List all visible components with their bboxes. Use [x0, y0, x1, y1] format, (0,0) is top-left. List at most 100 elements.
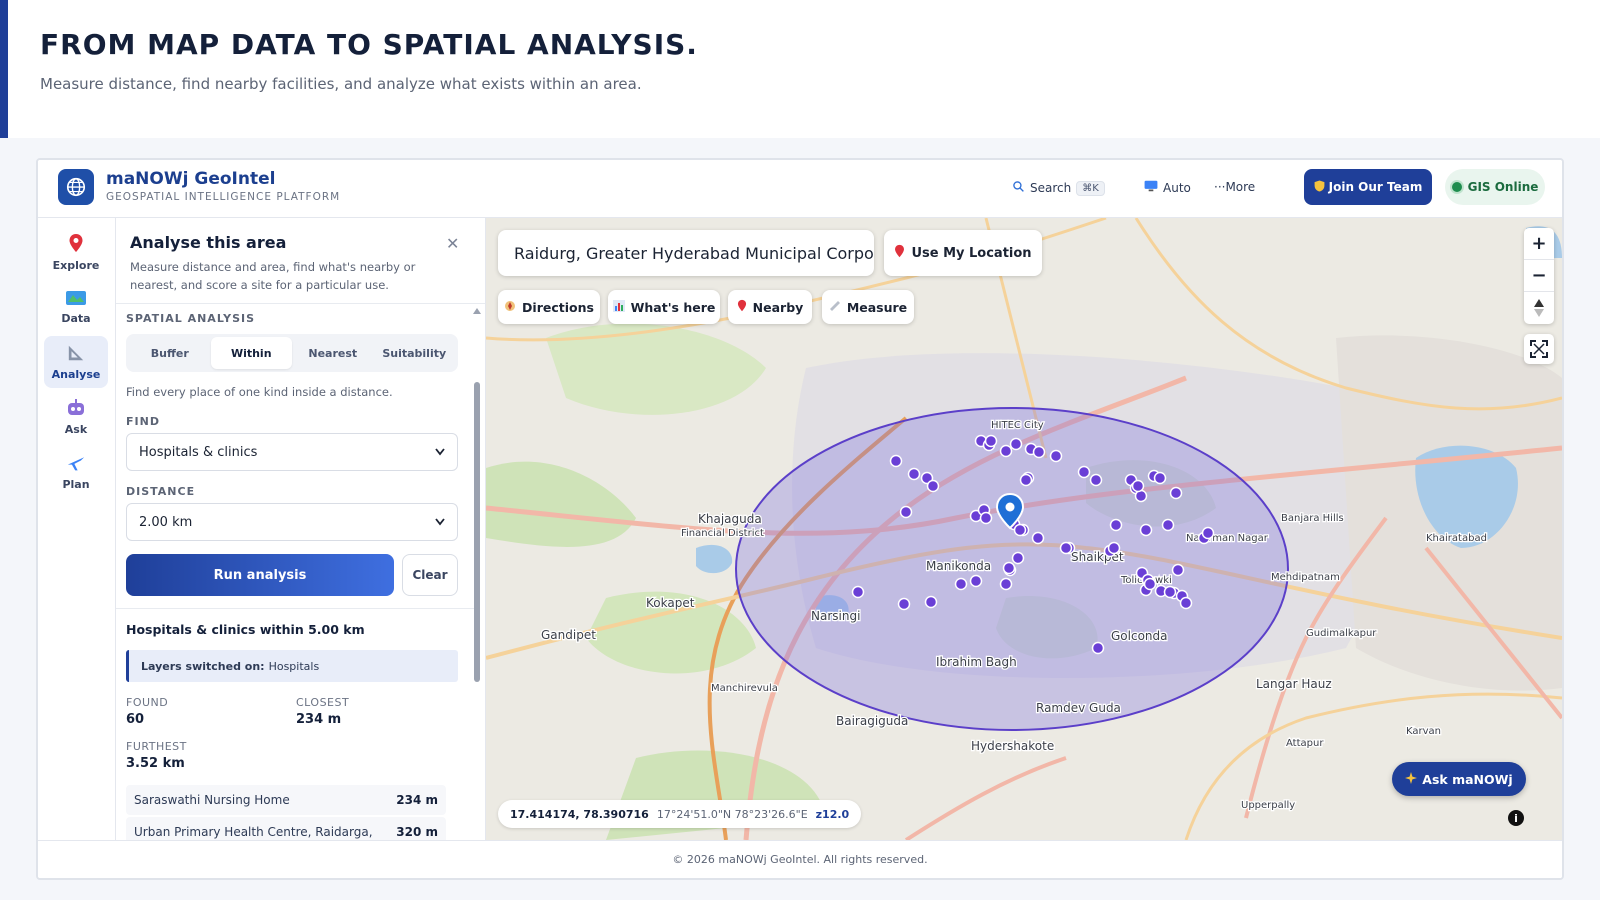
- compass-north-icon[interactable]: [1524, 292, 1554, 324]
- result-row[interactable]: Saraswathi Nursing Home 234 m: [126, 785, 446, 815]
- hospital-poi-marker[interactable]: [969, 574, 983, 588]
- hospital-poi-marker[interactable]: [999, 577, 1013, 591]
- map-place-label: Karvan: [1406, 726, 1441, 737]
- directions-label: Directions: [522, 299, 594, 315]
- app-topbar: maNOWj GeoIntel GEOSPATIAL INTELLIGENCE …: [38, 160, 1562, 218]
- hospital-poi-marker[interactable]: [1091, 641, 1105, 655]
- brand-tagline: GEOSPATIAL INTELLIGENCE PLATFORM: [106, 191, 341, 203]
- hospital-poi-marker[interactable]: [1153, 471, 1167, 485]
- zoom-out-icon[interactable]: −: [1524, 260, 1554, 292]
- hospital-poi-marker[interactable]: [1002, 561, 1016, 575]
- hospital-poi-marker[interactable]: [1169, 486, 1183, 500]
- tab-within[interactable]: Within: [210, 337, 292, 369]
- hospital-poi-marker[interactable]: [984, 434, 998, 448]
- search-shortcut: ⌘K: [1076, 180, 1105, 196]
- panel-scrollbar[interactable]: [472, 308, 482, 838]
- measure-label: Measure: [846, 299, 908, 315]
- hospital-poi-marker[interactable]: [899, 505, 913, 519]
- join-team-button[interactable]: Join Our Team: [1304, 169, 1432, 205]
- status-dot-icon: [1451, 182, 1462, 192]
- hospital-poi-marker[interactable]: [999, 444, 1013, 458]
- hospital-poi-marker[interactable]: [1107, 541, 1121, 555]
- rail-item-ask[interactable]: Ask: [44, 391, 108, 443]
- ask-manowj-button[interactable]: Ask maNOWj: [1392, 762, 1526, 796]
- distance-select[interactable]: 2.00 km: [126, 503, 458, 541]
- hospital-poi-marker[interactable]: [1139, 523, 1153, 537]
- hospital-poi-marker[interactable]: [907, 467, 921, 481]
- hospital-poi-marker[interactable]: [1143, 577, 1157, 591]
- directions-chip[interactable]: Directions: [498, 290, 600, 324]
- hospital-poi-marker[interactable]: [979, 511, 993, 525]
- search-label: Search: [1030, 181, 1072, 195]
- hospital-poi-marker[interactable]: [1031, 531, 1045, 545]
- search-button[interactable]: Search ⌘K: [1012, 180, 1105, 196]
- hospital-poi-marker[interactable]: [1161, 518, 1175, 532]
- hospital-poi-marker[interactable]: [926, 479, 940, 493]
- hospital-poi-marker[interactable]: [1059, 541, 1073, 555]
- info-icon[interactable]: i: [1508, 810, 1524, 826]
- hospital-poi-marker[interactable]: [1011, 551, 1025, 565]
- rail-item-analyse[interactable]: Analyse: [44, 336, 108, 388]
- layers-notice: Layers switched on: Hospitals: [126, 650, 458, 682]
- tab-buffer[interactable]: Buffer: [129, 337, 211, 369]
- nearby-chip[interactable]: Nearby: [728, 290, 812, 324]
- rail-item-label: Plan: [62, 477, 90, 491]
- rail-item-plan[interactable]: Plan: [44, 446, 108, 498]
- measure-chip[interactable]: Measure: [822, 290, 914, 324]
- hospital-poi-marker[interactable]: [1171, 563, 1185, 577]
- zoom-in-icon[interactable]: +: [1524, 228, 1554, 260]
- coordinate-readout: 17.414174, 78.390716 17°24'51.0"N 78°23'…: [498, 800, 862, 828]
- hospital-poi-marker[interactable]: [924, 595, 938, 609]
- hospital-poi-marker[interactable]: [1163, 585, 1177, 599]
- hospital-poi-marker[interactable]: [1109, 518, 1123, 532]
- find-select[interactable]: Hospitals & clinics: [126, 433, 458, 471]
- hospital-poi-marker[interactable]: [889, 454, 903, 468]
- hospital-poi-marker[interactable]: [1049, 449, 1063, 463]
- rail-item-explore[interactable]: Explore: [44, 226, 108, 278]
- whats-here-chip[interactable]: What's here: [608, 290, 720, 324]
- fullscreen-icon[interactable]: [1524, 334, 1554, 364]
- bar-chart-icon: [612, 299, 625, 315]
- clear-button[interactable]: Clear: [402, 554, 458, 596]
- map-place-label: Khajaguda: [698, 512, 762, 526]
- rail-item-data[interactable]: Data: [44, 281, 108, 333]
- use-my-location-button[interactable]: Use My Location: [884, 230, 1042, 276]
- map-canvas[interactable]: Khajaguda Manikonda Shaikpet Narsingi Golcon…: [486, 218, 1562, 840]
- map-place-label: Financial District: [681, 528, 764, 539]
- sparkle-icon: [1405, 771, 1418, 787]
- scrollbar-thumb[interactable]: [474, 382, 480, 682]
- tab-nearest[interactable]: Nearest: [292, 337, 374, 369]
- hospital-poi-marker[interactable]: [1201, 526, 1215, 540]
- tab-suitability[interactable]: Suitability: [374, 337, 456, 369]
- hospital-poi-marker[interactable]: [1032, 445, 1046, 459]
- hospital-poi-marker[interactable]: [1089, 473, 1103, 487]
- app-window: maNOWj GeoIntel GEOSPATIAL INTELLIGENCE …: [36, 158, 1564, 880]
- map-place-label: Langar Hauz: [1256, 677, 1332, 691]
- map-place-label: Gandipet: [541, 628, 596, 642]
- coords-dms: 17°24'51.0"N 78°23'26.6"E: [656, 807, 808, 821]
- hospital-poi-marker[interactable]: [1077, 465, 1091, 479]
- join-team-label: Join Our Team: [1328, 180, 1423, 194]
- hospital-poi-marker[interactable]: [1009, 437, 1023, 451]
- result-row[interactable]: Urban Primary Health Centre, Raidarga, 3…: [126, 817, 446, 840]
- hospital-poi-marker[interactable]: [954, 577, 968, 591]
- hospital-poi-marker[interactable]: [1179, 596, 1193, 610]
- close-icon[interactable]: ✕: [446, 234, 459, 253]
- ask-manowj-label: Ask maNOWj: [1422, 771, 1513, 787]
- ruler-icon: [829, 300, 841, 315]
- hospital-poi-marker[interactable]: [1131, 479, 1145, 493]
- hospital-poi-marker[interactable]: [1013, 523, 1027, 537]
- scroll-up-icon: [473, 308, 481, 314]
- hospital-poi-marker[interactable]: [897, 597, 911, 611]
- map-place-label: Ramdev Guda: [1036, 701, 1121, 715]
- zoom-level: z12.0: [815, 807, 850, 821]
- run-analysis-button[interactable]: Run analysis: [126, 554, 394, 596]
- divider: [116, 303, 485, 304]
- more-menu[interactable]: ···More: [1214, 180, 1255, 194]
- hospital-poi-marker[interactable]: [1019, 473, 1033, 487]
- hospital-poi-marker[interactable]: [851, 585, 865, 599]
- map-search-input[interactable]: Raidurg, Greater Hyderabad Municipal Cor…: [498, 230, 874, 276]
- result-name: Saraswathi Nursing Home: [134, 793, 290, 807]
- theme-toggle[interactable]: Auto: [1144, 180, 1191, 195]
- rail-item-label: Explore: [52, 258, 100, 272]
